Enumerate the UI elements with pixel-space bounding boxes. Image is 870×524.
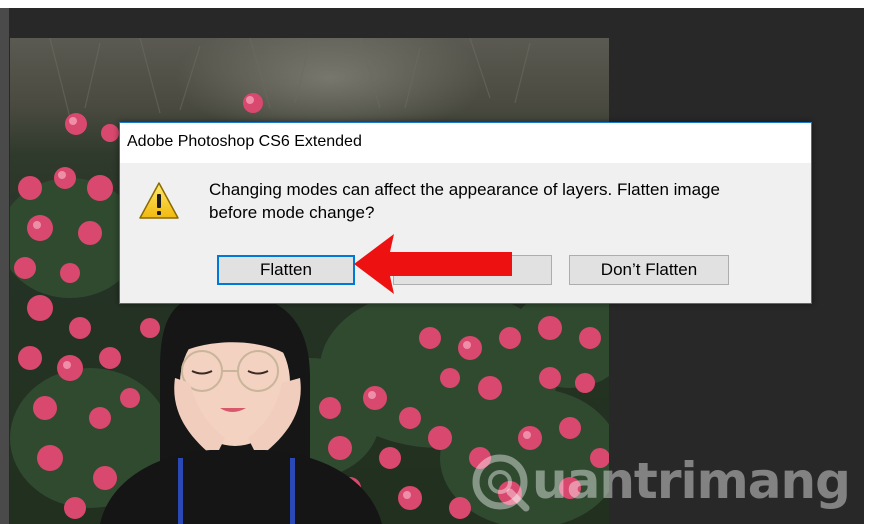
quantrimang-logo: [472, 454, 530, 512]
flatten-button[interactable]: Flatten: [217, 255, 355, 285]
top-edge: [0, 0, 870, 8]
watermark-text: uantrimang: [532, 452, 851, 510]
arrow-left-icon: [354, 234, 512, 294]
watermark: uantrimang: [470, 448, 851, 518]
dialog-titlebar[interactable]: Adobe Photoshop CS6 Extended: [120, 123, 811, 163]
dont-flatten-button[interactable]: Don’t Flatten: [569, 255, 729, 285]
dialog-message: Changing modes can affect the appearance…: [209, 180, 720, 222]
right-edge: [864, 8, 870, 524]
dialog-title: Adobe Photoshop CS6 Extended: [127, 133, 362, 150]
left-panel-edge: [0, 8, 9, 524]
warning-icon: [139, 182, 179, 219]
